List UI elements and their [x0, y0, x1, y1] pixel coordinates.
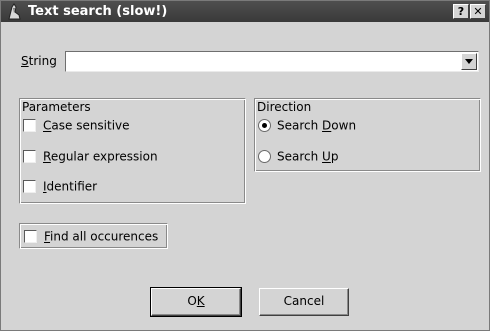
case-sensitive-label: Case sensitive	[43, 118, 130, 133]
search-up-option[interactable]: Search Up	[258, 149, 338, 164]
identifier-checkbox[interactable]	[23, 180, 36, 193]
identifier-label: Identifier	[43, 179, 98, 194]
search-down-label: Search Down	[277, 118, 357, 133]
direction-title: Direction	[257, 100, 312, 114]
search-up-radio[interactable]	[258, 150, 271, 163]
ok-button[interactable]: OK	[150, 287, 242, 317]
case-sensitive-option[interactable]: Case sensitive	[23, 118, 130, 133]
parameters-title: Parameters	[22, 100, 91, 114]
search-down-option[interactable]: Search Down	[258, 118, 356, 133]
find-all-option[interactable]: Find all occurences	[24, 229, 158, 244]
regular-expression-option[interactable]: Regular expression	[23, 149, 158, 164]
regular-expression-label: Regular expression	[43, 149, 158, 164]
string-dropdown-button[interactable]	[461, 53, 477, 70]
help-icon: ?	[457, 5, 465, 18]
search-up-label: Search Up	[277, 149, 339, 164]
cancel-button[interactable]: Cancel	[259, 288, 349, 316]
case-sensitive-checkbox[interactable]	[23, 119, 36, 132]
text-search-dialog: Text search (slow!) ? ✕ String Parameter…	[0, 0, 490, 331]
regular-expression-checkbox[interactable]	[23, 150, 36, 163]
chevron-down-icon	[465, 59, 473, 64]
identifier-option[interactable]: Identifier	[23, 179, 97, 194]
find-all-frame: Find all occurences	[19, 223, 168, 249]
app-icon	[6, 3, 23, 20]
string-combobox[interactable]	[65, 51, 479, 72]
string-input[interactable]	[68, 53, 462, 71]
window-title: Text search (slow!)	[28, 4, 168, 19]
close-icon: ✕	[473, 5, 483, 18]
find-all-label: Find all occurences	[44, 229, 159, 244]
find-all-checkbox[interactable]	[24, 230, 37, 243]
direction-group: Direction Search Down Search Up	[254, 98, 481, 172]
close-button[interactable]: ✕	[470, 4, 486, 19]
parameters-group: Parameters Case sensitive Regular expres…	[19, 98, 246, 204]
title-bar: Text search (slow!) ? ✕	[1, 1, 489, 22]
search-down-radio[interactable]	[258, 119, 271, 132]
string-label: String	[21, 54, 57, 68]
help-button[interactable]: ?	[453, 4, 469, 19]
